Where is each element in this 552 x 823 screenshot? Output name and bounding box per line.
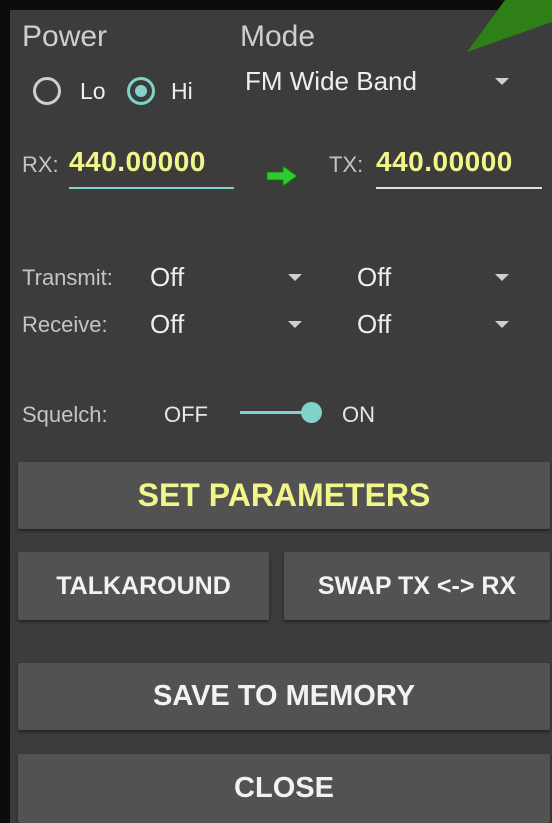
power-hi-label[interactable]: Hi [171, 78, 193, 105]
transmit-label: Transmit: [22, 265, 113, 290]
power-hi-radio[interactable] [127, 77, 155, 105]
chevron-down-icon[interactable] [288, 274, 302, 281]
rx-label: RX: [22, 152, 59, 177]
squelch-on-label: ON [342, 402, 375, 427]
power-lo-label[interactable]: Lo [80, 78, 106, 105]
rx-frequency-input[interactable]: 440.00000 [69, 146, 206, 178]
squelch-switch-track[interactable] [240, 411, 310, 414]
receive-label: Receive: [22, 312, 108, 337]
receive-tone-a-select[interactable]: Off [150, 309, 184, 340]
tx-input-underline [376, 187, 542, 189]
corner-decoration [467, 0, 552, 52]
mode-label: Mode [240, 20, 316, 53]
squelch-switch-thumb[interactable] [301, 402, 322, 423]
close-button[interactable]: CLOSE [18, 754, 550, 823]
save-to-memory-button[interactable]: SAVE TO MEMORY [18, 663, 550, 730]
tx-frequency-input[interactable]: 440.00000 [376, 146, 513, 178]
power-label: Power [22, 20, 108, 53]
mode-select[interactable]: FM Wide Band [245, 66, 417, 97]
swap-tx-rx-button[interactable]: SWAP TX <-> RX [284, 552, 550, 620]
tx-label: TX: [329, 152, 364, 177]
set-parameters-button[interactable]: SET PARAMETERS [18, 462, 550, 529]
rx-input-underline [69, 187, 234, 189]
receive-tone-b-select[interactable]: Off [357, 309, 391, 340]
arrow-right-icon [266, 165, 298, 187]
chevron-down-icon[interactable] [288, 321, 302, 328]
power-lo-radio[interactable] [33, 77, 61, 105]
squelch-off-label: OFF [164, 402, 208, 427]
chevron-down-icon[interactable] [495, 274, 509, 281]
talkaround-button[interactable]: TALKAROUND [18, 552, 269, 620]
chevron-down-icon[interactable] [495, 78, 509, 85]
chevron-down-icon[interactable] [495, 321, 509, 328]
transmit-tone-b-select[interactable]: Off [357, 262, 391, 293]
transmit-tone-a-select[interactable]: Off [150, 262, 184, 293]
squelch-label: Squelch: [22, 402, 108, 427]
